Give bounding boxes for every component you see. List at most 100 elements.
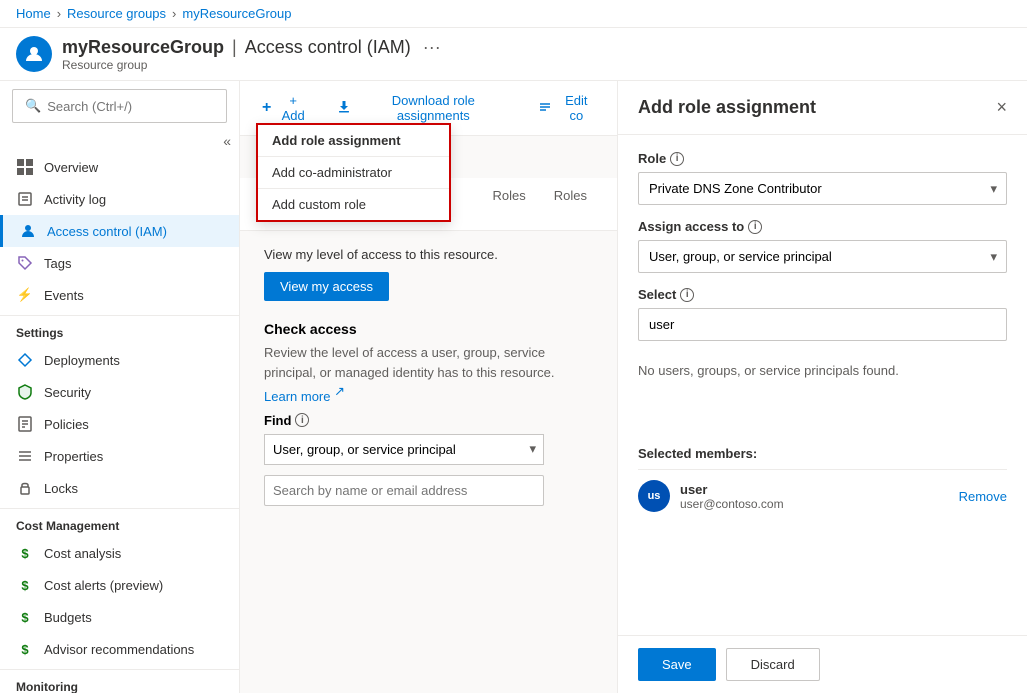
member-email: user@contoso.com bbox=[680, 497, 949, 511]
advisor-icon: $ bbox=[16, 640, 34, 658]
role-field-group: Role i Private DNS Zone Contributor Owne… bbox=[638, 151, 1007, 205]
sidebar-item-label: Activity log bbox=[44, 192, 106, 207]
view-my-access-button[interactable]: View my access bbox=[264, 272, 389, 301]
cost-analysis-icon: $ bbox=[16, 544, 34, 562]
panel-title: Add role assignment bbox=[638, 97, 816, 118]
header-resource-name: myResourceGroup bbox=[62, 37, 224, 58]
overview-icon bbox=[16, 158, 34, 176]
sidebar-item-activity-log[interactable]: Activity log bbox=[0, 183, 239, 215]
breadcrumb-resource-group[interactable]: myResourceGroup bbox=[182, 6, 291, 21]
member-name: user bbox=[680, 482, 949, 497]
sidebar-item-label: Budgets bbox=[44, 610, 92, 625]
add-button[interactable]: + + Add bbox=[256, 89, 315, 127]
edit-button[interactable]: Edit co bbox=[532, 89, 601, 127]
find-select[interactable]: User, group, or service principal User G… bbox=[264, 434, 544, 465]
add-label: + Add bbox=[277, 93, 309, 123]
find-info-icon[interactable]: i bbox=[295, 413, 309, 427]
save-button[interactable]: Save bbox=[638, 648, 716, 681]
header-separator: | bbox=[232, 37, 237, 58]
search-by-name-input[interactable] bbox=[264, 475, 544, 506]
download-button[interactable]: Download role assignments bbox=[331, 89, 516, 127]
select-field-group: Select i bbox=[638, 287, 1007, 341]
select-input[interactable] bbox=[638, 308, 1007, 341]
sidebar-collapse-btn[interactable]: « bbox=[223, 133, 231, 149]
selected-members-title: Selected members: bbox=[638, 446, 1007, 461]
role-info-icon[interactable]: i bbox=[670, 152, 684, 166]
sidebar-item-policies[interactable]: Policies bbox=[0, 408, 239, 440]
access-control-icon bbox=[19, 222, 37, 240]
sidebar-item-access-control[interactable]: Access control (IAM) bbox=[0, 215, 239, 247]
sidebar-item-cost-analysis[interactable]: $ Cost analysis bbox=[0, 537, 239, 569]
cost-alerts-icon: $ bbox=[16, 576, 34, 594]
download-label: Download role assignments bbox=[357, 93, 510, 123]
panel-footer: Save Discard bbox=[618, 635, 1027, 693]
header-more-btn[interactable]: ··· bbox=[423, 37, 441, 58]
sidebar-item-label: Events bbox=[44, 288, 84, 303]
breadcrumb-home[interactable]: Home bbox=[16, 6, 51, 21]
no-results-message: No users, groups, or service principals … bbox=[638, 355, 1007, 386]
tab-deny[interactable]: Roles bbox=[540, 178, 601, 230]
breadcrumb: Home › Resource groups › myResourceGroup bbox=[0, 0, 1027, 28]
member-remove-button[interactable]: Remove bbox=[959, 489, 1007, 504]
sidebar-item-label: Tags bbox=[44, 256, 71, 271]
selected-members-section: Selected members: us user user@contoso.c… bbox=[638, 446, 1007, 522]
sidebar-item-deployments[interactable]: Deployments bbox=[0, 344, 239, 376]
panel-body: Role i Private DNS Zone Contributor Owne… bbox=[618, 135, 1027, 635]
sidebar-item-properties[interactable]: Properties bbox=[0, 440, 239, 472]
sidebar-search-input[interactable] bbox=[47, 99, 214, 114]
assign-select[interactable]: User, group, or service principal User G… bbox=[638, 240, 1007, 273]
member-info: user user@contoso.com bbox=[680, 482, 949, 511]
add-role-assignment-item[interactable]: Add role assignment bbox=[258, 125, 449, 156]
learn-more-link[interactable]: Learn more ↗ bbox=[264, 389, 345, 404]
events-icon: ⚡ bbox=[16, 286, 34, 304]
sidebar-item-label: Access control (IAM) bbox=[47, 224, 167, 239]
assign-select-wrapper: User, group, or service principal User G… bbox=[638, 240, 1007, 273]
sidebar-item-label: Security bbox=[44, 385, 91, 400]
panel-close-button[interactable]: × bbox=[996, 97, 1007, 118]
monitoring-section-header: Monitoring bbox=[0, 669, 239, 693]
check-access-title: Check access bbox=[264, 321, 593, 337]
assign-label: Assign access to i bbox=[638, 219, 1007, 234]
check-access-desc: Review the level of access a user, group… bbox=[264, 343, 584, 407]
content-body: View my level of access to this resource… bbox=[240, 231, 617, 693]
sidebar-item-label: Cost alerts (preview) bbox=[44, 578, 163, 593]
locks-icon bbox=[16, 479, 34, 497]
discard-button[interactable]: Discard bbox=[726, 648, 820, 681]
sidebar-item-cost-alerts[interactable]: $ Cost alerts (preview) bbox=[0, 569, 239, 601]
page-header: myResourceGroup | Access control (IAM) ·… bbox=[0, 28, 1027, 81]
policies-icon bbox=[16, 415, 34, 433]
download-icon bbox=[337, 100, 351, 117]
add-co-admin-item[interactable]: Add co-administrator bbox=[258, 157, 449, 188]
select-info-icon[interactable]: i bbox=[680, 288, 694, 302]
sidebar-item-label: Overview bbox=[44, 160, 98, 175]
assign-info-icon[interactable]: i bbox=[748, 220, 762, 234]
role-select[interactable]: Private DNS Zone Contributor Owner Contr… bbox=[638, 172, 1007, 205]
sidebar-item-budgets[interactable]: $ Budgets bbox=[0, 601, 239, 633]
member-avatar: us bbox=[638, 480, 670, 512]
sidebar-item-tags[interactable]: Tags bbox=[0, 247, 239, 279]
sidebar-item-overview[interactable]: Overview bbox=[0, 151, 239, 183]
sidebar-item-label: Cost analysis bbox=[44, 546, 121, 561]
sidebar-item-advisor[interactable]: $ Advisor recommendations bbox=[0, 633, 239, 665]
role-label: Role i bbox=[638, 151, 1007, 166]
add-custom-role-item[interactable]: Add custom role bbox=[258, 189, 449, 220]
sidebar-item-label: Deployments bbox=[44, 353, 120, 368]
tab-roles[interactable]: Roles bbox=[479, 178, 540, 230]
sidebar-item-security[interactable]: Security bbox=[0, 376, 239, 408]
settings-section-header: Settings bbox=[0, 315, 239, 344]
properties-icon bbox=[16, 447, 34, 465]
sidebar-nav: Overview Activity log Access control (IA… bbox=[0, 151, 239, 311]
search-icon: 🔍 bbox=[25, 98, 41, 114]
right-panel: Add role assignment × Role i Private DNS… bbox=[617, 81, 1027, 693]
cost-section-header: Cost Management bbox=[0, 508, 239, 537]
header-titles: myResourceGroup | Access control (IAM) ·… bbox=[62, 37, 441, 72]
sidebar-search-container: 🔍 bbox=[12, 89, 227, 123]
sidebar-item-events[interactable]: ⚡ Events bbox=[0, 279, 239, 311]
header-page-title: Access control (IAM) bbox=[245, 37, 411, 58]
check-access-section: Check access Review the level of access … bbox=[264, 321, 593, 506]
edit-label: Edit co bbox=[558, 93, 595, 123]
budgets-icon: $ bbox=[16, 608, 34, 626]
sidebar-item-locks[interactable]: Locks bbox=[0, 472, 239, 504]
breadcrumb-resource-groups[interactable]: Resource groups bbox=[67, 6, 166, 21]
content-area: + + Add Download role assignments Edit c… bbox=[240, 81, 617, 693]
